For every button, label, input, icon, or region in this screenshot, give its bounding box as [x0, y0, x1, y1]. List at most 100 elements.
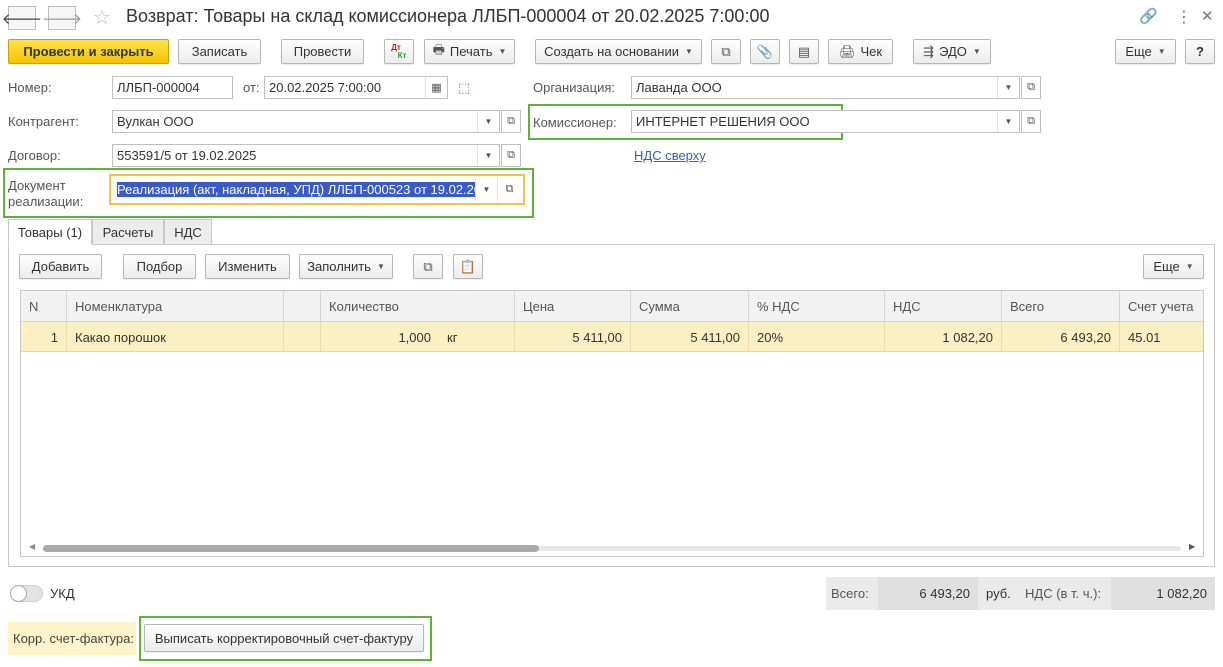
help-button[interactable]: ? — [1185, 39, 1215, 64]
pick-button[interactable]: Подбор — [123, 254, 196, 279]
check-button[interactable]: 🖨 Чек — [828, 39, 893, 64]
post-button[interactable]: Провести — [281, 39, 364, 64]
date-label: от: — [243, 80, 260, 95]
arrow-left-icon: 🡐 — [1, 10, 43, 28]
edo-label: ЭДО — [939, 44, 967, 59]
horizontal-scrollbar[interactable]: ◀ ▶ — [21, 540, 1203, 556]
row-sum[interactable]: 5 411,00 — [631, 322, 749, 352]
structure-button[interactable]: ⧉ — [711, 39, 741, 64]
row-vat[interactable]: 1 082,20 — [885, 322, 1002, 352]
chevron-down-icon[interactable]: ▼ — [477, 111, 499, 132]
vat-total-value: 1 082,20 — [1111, 577, 1215, 610]
paperclip-icon: 📎 — [756, 43, 774, 59]
paste-icon: 📋 — [459, 258, 477, 274]
ukd-toggle[interactable] — [10, 585, 43, 602]
tab-vat[interactable]: НДС — [164, 219, 212, 245]
contract-field[interactable]: 553591/5 от 19.02.2025 ▼ — [112, 144, 500, 167]
column-header-account[interactable]: Счет учета — [1120, 291, 1203, 322]
vat-on-top-link[interactable]: НДС сверху — [634, 148, 706, 163]
open-contractor-button[interactable]: ⧉ — [501, 110, 521, 133]
row-quantity[interactable]: 1,000 — [321, 322, 439, 352]
column-header-extra[interactable] — [284, 291, 321, 322]
column-header-price[interactable]: Цена — [515, 291, 631, 322]
date-field[interactable]: 20.02.2025 7:00:00 ▦ — [264, 76, 448, 99]
open-organization-button[interactable]: ⧉ — [1021, 76, 1041, 99]
number-field[interactable]: ЛЛБП-000004 — [112, 76, 233, 99]
row-account[interactable]: 45.01 — [1120, 322, 1203, 352]
organization-field[interactable]: Лаванда ООО ▼ — [631, 76, 1020, 99]
dt-kt-button[interactable]: Дт Кт — [384, 39, 414, 64]
tab-goods[interactable]: Товары (1) — [8, 219, 92, 245]
table-more-label: Еще — [1153, 259, 1180, 274]
paste-rows-button[interactable]: 📋 — [453, 254, 483, 279]
edo-button[interactable]: ⇶ ЭДО ▼ — [913, 39, 991, 64]
scrollbar-thumb[interactable] — [43, 545, 539, 552]
row-extra[interactable] — [284, 322, 321, 352]
row-total[interactable]: 6 493,20 — [1002, 322, 1120, 352]
open-commissioner-button[interactable]: ⧉ — [1021, 110, 1041, 133]
tab-payments[interactable]: Расчеты — [92, 219, 164, 245]
commissioner-label: Комиссионер: — [533, 115, 617, 130]
more-button[interactable]: Еще ▼ — [1115, 39, 1176, 64]
contract-label: Договор: — [8, 148, 61, 163]
check-label: Чек — [860, 44, 883, 59]
goods-table[interactable]: N Номенклатура Количество Цена Сумма % Н… — [20, 290, 1204, 557]
row-item[interactable]: Какао порошок — [67, 322, 284, 352]
copy-rows-button[interactable]: ⧉ — [413, 254, 443, 279]
chevron-down-icon[interactable]: ▼ — [477, 145, 499, 166]
row-number: 1 — [21, 322, 67, 352]
number-value: ЛЛБП-000004 — [117, 80, 200, 95]
vertical-dots-icon[interactable]: ⋮ — [1176, 7, 1192, 27]
close-icon[interactable]: ✕ — [1201, 7, 1214, 25]
open-icon[interactable]: ⧉ — [497, 178, 521, 201]
edit-button[interactable]: Изменить — [205, 254, 290, 279]
scroll-right-icon[interactable]: ▶ — [1189, 542, 1195, 551]
column-header-sum[interactable]: Сумма — [631, 291, 749, 322]
attach-button[interactable]: 📎 — [750, 39, 780, 64]
issue-korr-invoice-button[interactable]: Выписать корректировочный счет-фактуру — [144, 624, 424, 652]
add-row-button[interactable]: Добавить — [19, 254, 102, 279]
sale-document-field[interactable]: Реализация (акт, накладная, УПД) ЛЛБП-00… — [109, 174, 525, 205]
row-price[interactable]: 5 411,00 — [515, 322, 631, 352]
back-button[interactable]: 🡐 — [2, 6, 42, 30]
fill-button[interactable]: Заполнить ▼ — [299, 254, 393, 279]
column-header-total[interactable]: Всего — [1002, 291, 1120, 322]
chevron-down-icon: ▼ — [1157, 47, 1166, 56]
link-icon[interactable]: 🔗 — [1139, 7, 1158, 25]
column-header-vat-rate[interactable]: % НДС — [749, 291, 885, 322]
commissioner-field[interactable]: ИНТЕРНЕТ РЕШЕНИЯ ООО ▼ — [631, 110, 1020, 133]
scroll-left-icon[interactable]: ◀ — [29, 542, 35, 551]
print-button[interactable]: 🖶 Печать ▼ — [424, 39, 515, 64]
table-more-button[interactable]: Еще ▼ — [1143, 254, 1204, 279]
chevron-down-icon[interactable]: ▼ — [997, 111, 1019, 132]
contract-value: 553591/5 от 19.02.2025 — [117, 148, 257, 163]
column-header-vat[interactable]: НДС — [885, 291, 1002, 322]
table-row[interactable]: 1 Какао порошок 1,000 кг 5 411,00 5 411,… — [21, 322, 1203, 352]
save-button[interactable]: Записать — [178, 39, 261, 64]
date-value: 20.02.2025 7:00:00 — [269, 80, 382, 95]
cash-register-icon: 🖨 — [838, 43, 856, 59]
contractor-field[interactable]: Вулкан ООО ▼ — [112, 110, 500, 133]
row-unit[interactable]: кг — [439, 322, 515, 352]
forward-button[interactable]: 🡒 — [42, 6, 82, 30]
chevron-down-icon: ▼ — [376, 262, 385, 271]
hierarchy-icon: ⧉ — [721, 43, 731, 59]
chevron-down-icon: ▼ — [498, 47, 507, 56]
chevron-down-icon[interactable]: ▼ — [475, 178, 497, 201]
calendar-icon[interactable]: ▦ — [425, 77, 447, 98]
report-button[interactable]: ▤ — [789, 39, 819, 64]
korr-invoice-label: Корр. счет-фактура: — [8, 622, 136, 655]
chevron-down-icon[interactable]: ▼ — [997, 77, 1019, 98]
column-header-item[interactable]: Номенклатура — [67, 291, 284, 322]
status-icon[interactable]: ⬚ — [458, 80, 470, 96]
star-icon[interactable]: ☆ — [93, 5, 111, 30]
create-based-on-button[interactable]: Создать на основании ▼ — [535, 39, 702, 64]
column-header-n[interactable]: N — [21, 291, 67, 322]
open-contract-button[interactable]: ⧉ — [501, 144, 521, 167]
contractor-label: Контрагент: — [8, 114, 79, 129]
column-header-quantity[interactable]: Количество — [321, 291, 515, 322]
open-icon: ⧉ — [1027, 81, 1035, 93]
post-and-close-button[interactable]: Провести и закрыть — [8, 39, 169, 64]
row-vat-rate[interactable]: 20% — [749, 322, 885, 352]
print-label: Печать — [449, 44, 493, 59]
